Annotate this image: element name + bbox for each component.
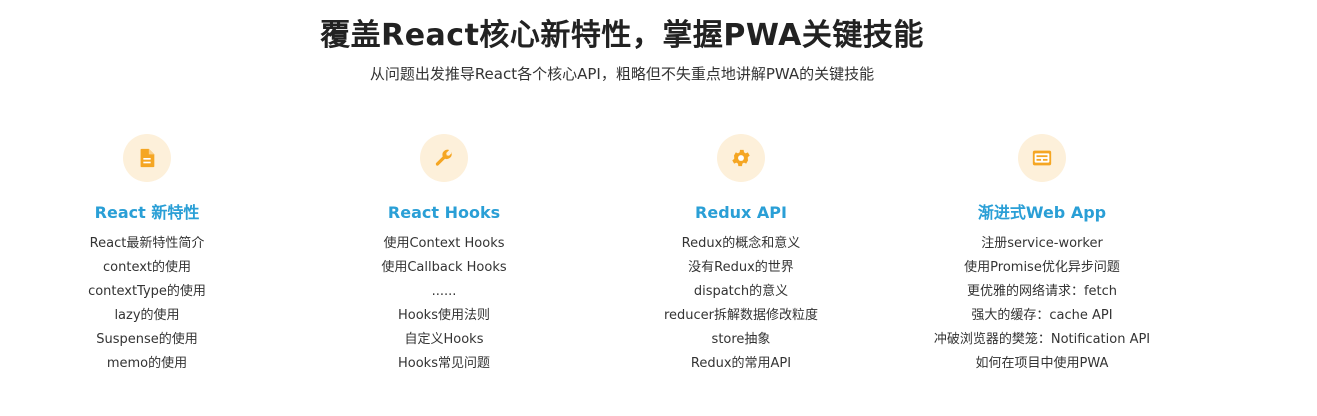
list-item: Redux的概念和意义	[681, 236, 801, 251]
section-header: 覆盖React核心新特性，掌握PWA关键技能 从问题出发推导React各个核心A…	[0, 14, 1244, 86]
feature-title: 渐进式Web App	[977, 203, 1107, 222]
feature-react-hooks: React Hooks 使用Context Hooks 使用Callback H…	[314, 134, 574, 376]
list-item: 如何在项目中使用PWA	[975, 356, 1109, 371]
feature-react-new: React 新特性 React最新特性简介 context的使用 context…	[17, 134, 277, 376]
list-item: React最新特性简介	[89, 236, 205, 251]
list-item: 强大的缓存：cache API	[971, 308, 1113, 323]
list-item: Hooks使用法则	[398, 308, 490, 323]
list-item: context的使用	[103, 260, 191, 275]
list-item: 注册service-worker	[981, 236, 1103, 251]
list-item: 使用Context Hooks	[383, 236, 505, 251]
feature-list: React最新特性简介 context的使用 contextType的使用 la…	[17, 232, 277, 376]
list-item: Hooks常见问题	[398, 356, 490, 371]
feature-title: Redux API	[695, 203, 787, 222]
list-item: store抽象	[711, 332, 771, 347]
feature-redux-api: Redux API Redux的概念和意义 没有Redux的世界 dispatc…	[611, 134, 871, 376]
feature-grid: React 新特性 React最新特性简介 context的使用 context…	[0, 134, 1317, 394]
page-title: 覆盖React核心新特性，掌握PWA关键技能	[320, 18, 924, 53]
feature-list: Redux的概念和意义 没有Redux的世界 dispatch的意义 reduc…	[611, 232, 871, 376]
list-item: contextType的使用	[88, 284, 206, 299]
web-app-icon	[1018, 134, 1066, 182]
list-item: memo的使用	[106, 356, 188, 371]
list-item: 使用Promise优化异步问题	[964, 260, 1120, 275]
page-subtitle: 从问题出发推导React各个核心API，粗略但不失重点地讲解PWA的关键技能	[369, 65, 875, 83]
list-item: 没有Redux的世界	[688, 260, 794, 275]
list-item: 更优雅的网络请求：fetch	[966, 284, 1118, 299]
list-item: 自定义Hooks	[404, 332, 484, 347]
document-icon	[123, 134, 171, 182]
feature-list: 使用Context Hooks 使用Callback Hooks ...... …	[314, 232, 574, 376]
list-item: ......	[431, 284, 457, 299]
feature-list: 注册service-worker 使用Promise优化异步问题 更优雅的网络请…	[912, 232, 1172, 376]
list-item: Suspense的使用	[96, 332, 198, 347]
feature-title: React 新特性	[94, 203, 200, 222]
gear-icon	[717, 134, 765, 182]
list-item: Redux的常用API	[690, 356, 792, 371]
list-item: 使用Callback Hooks	[381, 260, 507, 275]
list-item: reducer拆解数据修改粒度	[663, 308, 819, 323]
list-item: lazy的使用	[114, 308, 180, 323]
feature-title: React Hooks	[387, 203, 501, 222]
list-item: dispatch的意义	[693, 284, 789, 299]
list-item: 冲破浏览器的樊笼：Notification API	[933, 332, 1151, 347]
wrench-icon	[420, 134, 468, 182]
feature-pwa: 渐进式Web App 注册service-worker 使用Promise优化异…	[912, 134, 1172, 376]
